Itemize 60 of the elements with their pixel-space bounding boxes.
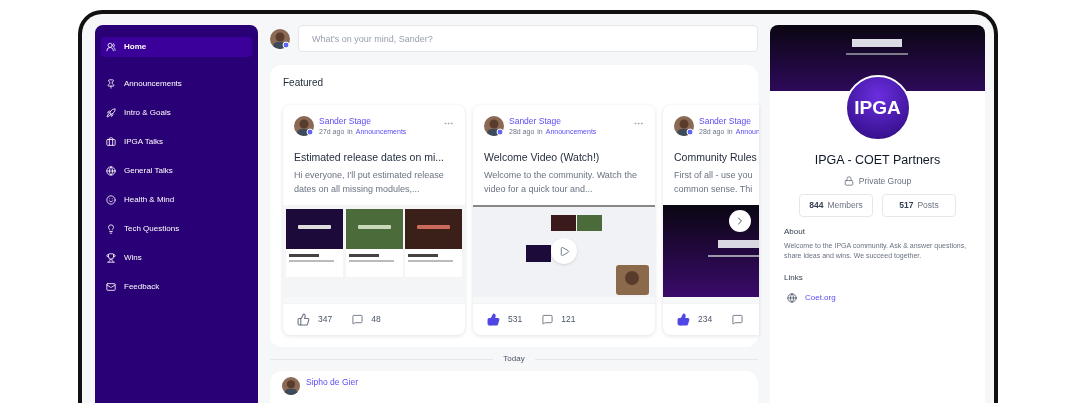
post-card[interactable]: Sipho de Gier (270, 371, 758, 403)
section-title: Featured (283, 76, 325, 90)
globe-icon (787, 292, 797, 303)
mail-icon (106, 282, 116, 292)
like-count: 531 (508, 313, 523, 326)
sidebar-item[interactable]: Tech Questions (101, 219, 252, 239)
stat-label: Posts (917, 198, 939, 212)
sidebar-item[interactable]: Announcements (101, 74, 252, 94)
avatar (270, 28, 290, 49)
sidebar-item[interactable]: Home (101, 37, 252, 57)
globe-icon (106, 166, 116, 176)
lightbulb-icon (106, 224, 116, 234)
users-icon (106, 42, 116, 52)
avatar (674, 116, 694, 136)
avatar (294, 116, 314, 136)
comment-count: 121 (561, 313, 576, 326)
smile-icon (106, 195, 116, 205)
sidebar-item[interactable]: Intro & Goals (101, 103, 252, 123)
sidebar-item[interactable]: Health & Mind (101, 190, 252, 210)
comment-icon[interactable] (352, 314, 364, 325)
lock-icon (843, 176, 854, 187)
like-icon[interactable] (677, 313, 690, 326)
trophy-icon (106, 253, 116, 263)
comment-icon[interactable] (542, 314, 554, 325)
author-name[interactable]: Sander Stage (319, 116, 438, 127)
avatar (282, 377, 300, 395)
author-name[interactable]: Sander Stage (699, 116, 759, 127)
like-icon[interactable] (297, 313, 310, 326)
date-divider: Today (503, 353, 525, 365)
like-count: 234 (698, 313, 713, 326)
author-name[interactable]: Sipho de Gier (306, 377, 358, 388)
rocket-icon (106, 108, 116, 118)
post-title: Community Rules (673, 150, 758, 164)
sidebar-item[interactable]: Feedback (101, 277, 252, 297)
post-composer[interactable]: What's on your mind, Sander? (298, 25, 758, 52)
stat-value: 517 (899, 198, 914, 212)
stat-value: 844 (809, 198, 824, 212)
comment-icon[interactable] (732, 314, 744, 325)
sidebar-item[interactable]: IPGA Talks (101, 132, 252, 152)
like-count: 347 (318, 313, 333, 326)
post-excerpt: Hi everyone, I'll put estimated release dates on all missing modules,... (293, 169, 445, 196)
author-name[interactable]: Sander Stage (509, 116, 628, 127)
briefcase-icon (106, 137, 116, 147)
post-title: Estimated release dates on mi... (293, 150, 445, 164)
comment-count: 48 (371, 313, 381, 326)
about-heading: About (784, 225, 806, 238)
post-title: Welcome Video (Watch!) (483, 150, 601, 164)
stat-label: Members (827, 198, 863, 212)
group-name: IPGA - COET Partners (814, 152, 941, 169)
sidebar-item[interactable]: Wins (101, 248, 252, 268)
privacy-label: Private Group (858, 174, 912, 188)
pin-icon (106, 79, 116, 89)
post-excerpt: Welcome to the community. Watch the video for a quick tour and... (483, 169, 638, 196)
play-icon (558, 245, 570, 257)
avatar (484, 116, 504, 136)
group-avatar: IPGA (844, 75, 911, 141)
like-icon[interactable] (487, 313, 500, 326)
links-heading: Links (784, 271, 804, 284)
sidebar-item[interactable]: General Talks (101, 161, 252, 181)
website-link[interactable]: Coet.org (805, 291, 836, 304)
